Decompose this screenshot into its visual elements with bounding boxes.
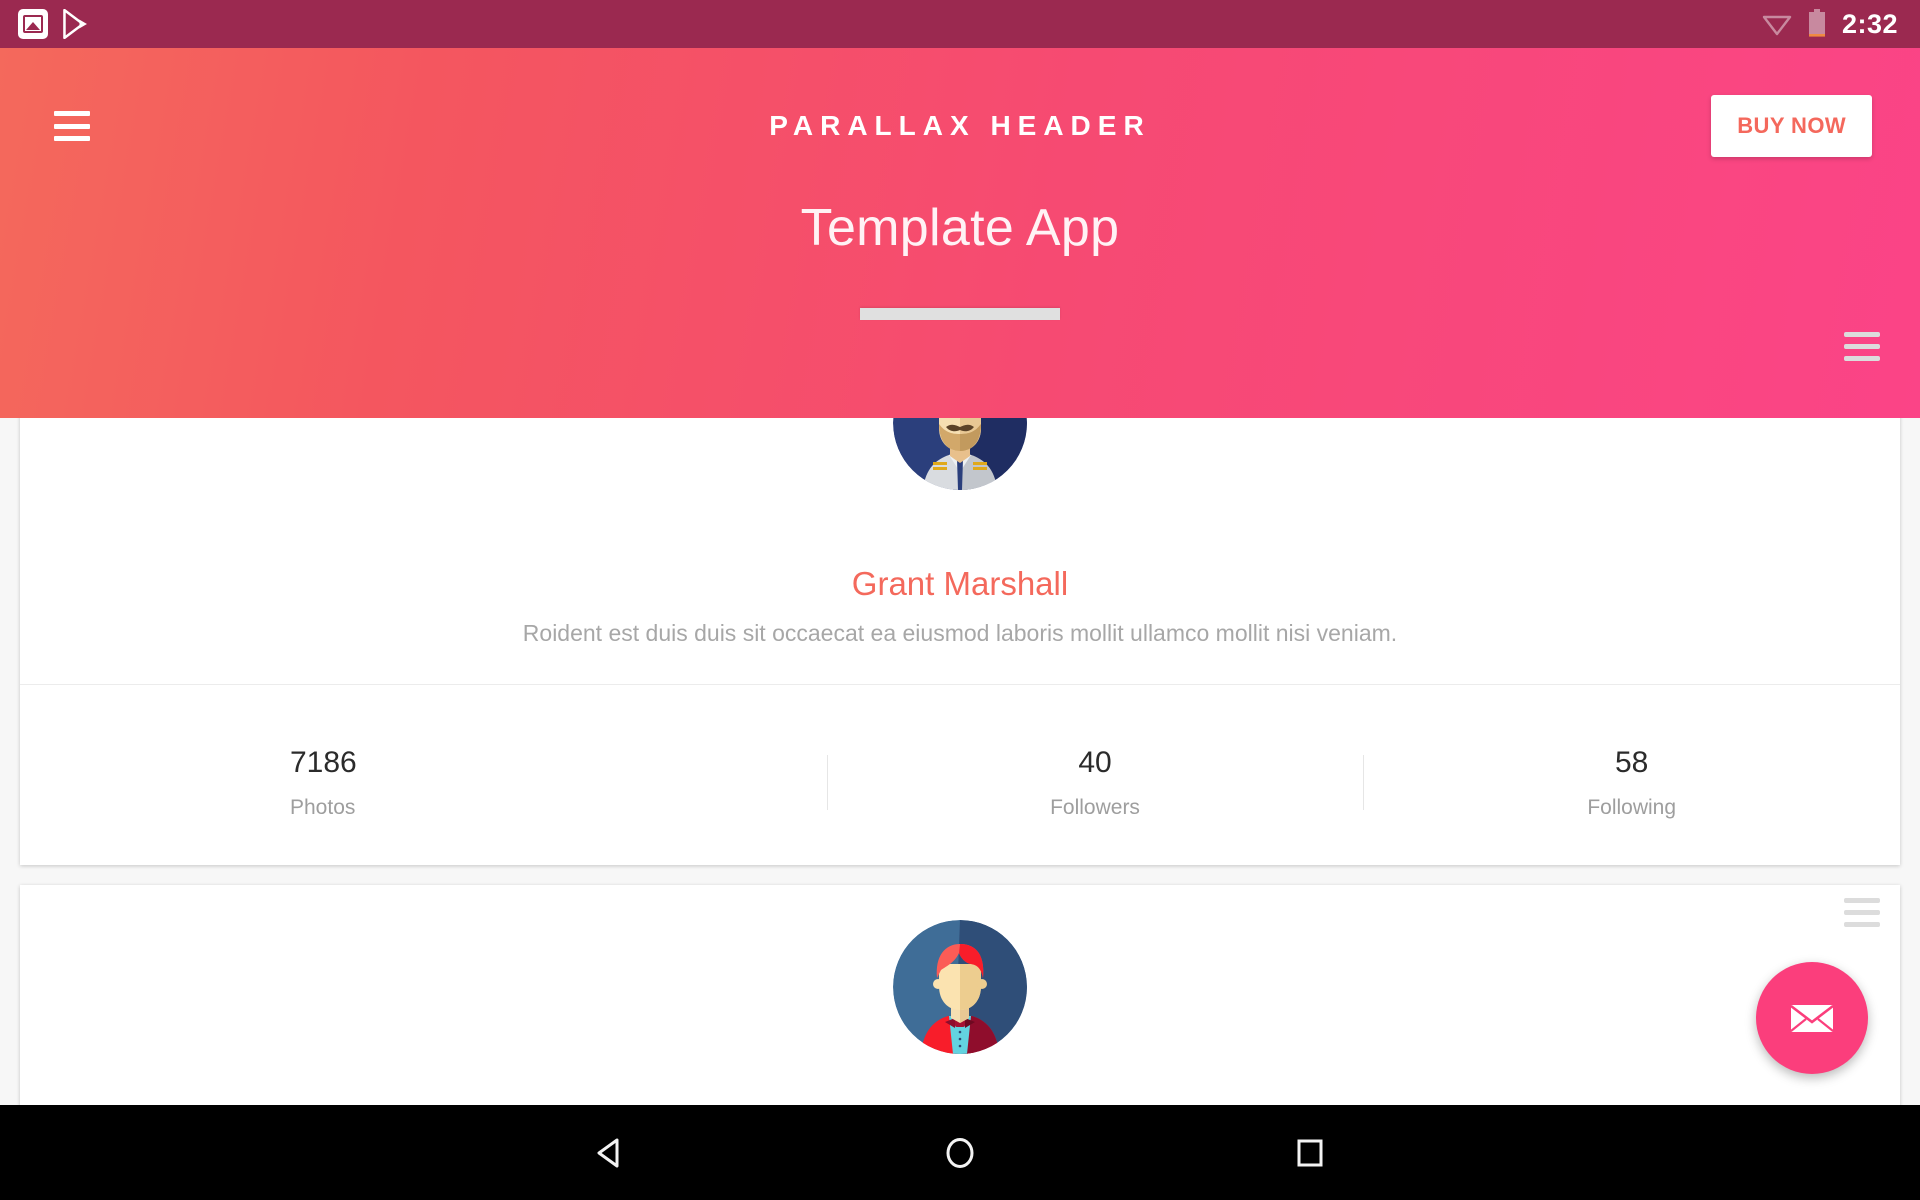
back-triangle-icon bbox=[597, 1138, 619, 1167]
android-navigation-bar bbox=[0, 1105, 1920, 1200]
stat-photos[interactable]: 7186 Photos bbox=[20, 700, 827, 865]
card-menu-bar bbox=[1844, 922, 1880, 927]
stat-value: 7186 bbox=[290, 745, 357, 779]
battery-icon bbox=[1808, 9, 1825, 37]
stat-label: Following bbox=[1587, 795, 1677, 819]
recents-square-icon bbox=[1297, 1139, 1323, 1166]
hamburger-menu-icon[interactable] bbox=[54, 111, 90, 141]
status-bar-right-icons: 2:32 bbox=[1762, 9, 1898, 40]
card-menu-bar bbox=[1844, 910, 1880, 915]
profile-name: Grant Marshall bbox=[851, 565, 1069, 602]
card-menu-icon[interactable] bbox=[1844, 898, 1880, 927]
tab-indicator-strip[interactable] bbox=[860, 308, 1060, 320]
card-menu-bar bbox=[1844, 356, 1880, 361]
screenshot-image-icon bbox=[18, 9, 48, 39]
red-suit-avatar bbox=[893, 920, 1027, 1054]
android-status-bar: 2:32 bbox=[0, 0, 1920, 48]
wifi-icon bbox=[1762, 15, 1792, 36]
recents-button[interactable] bbox=[1275, 1118, 1345, 1188]
stat-label: Photos bbox=[290, 795, 356, 819]
back-button[interactable] bbox=[575, 1118, 645, 1188]
play-store-icon bbox=[63, 9, 87, 39]
stat-value: 58 bbox=[1614, 745, 1649, 779]
home-button[interactable] bbox=[925, 1118, 995, 1188]
status-bar-left-icons bbox=[18, 9, 90, 39]
status-bar-clock: 2:32 bbox=[1841, 8, 1898, 39]
brand-title: PARALLAX HEADER bbox=[769, 110, 1151, 141]
envelope-icon bbox=[1790, 1004, 1834, 1032]
card-menu-bar bbox=[1844, 332, 1880, 337]
stat-following[interactable]: 58 Following bbox=[1363, 700, 1900, 865]
app-navbar: PARALLAX HEADER BUY NOW bbox=[0, 48, 1920, 204]
profile-description: Roident est duis duis sit occaecat ea ei… bbox=[522, 620, 1398, 646]
compose-mail-fab[interactable] bbox=[1756, 962, 1868, 1074]
card-menu-bar bbox=[1844, 898, 1880, 903]
stat-value: 40 bbox=[1078, 745, 1112, 779]
buy-now-button[interactable]: BUY NOW bbox=[1711, 95, 1872, 157]
stat-followers[interactable]: 40 Followers bbox=[826, 700, 1364, 865]
card-menu-bar bbox=[1844, 344, 1880, 349]
card-menu-icon[interactable] bbox=[1844, 332, 1880, 361]
hero-title: Template App bbox=[800, 199, 1120, 257]
android-screen: 2:32 PARALLAX HEADER BUY NOW Template Ap… bbox=[0, 0, 1920, 1200]
stats-divider bbox=[20, 684, 1900, 685]
hamburger-bar bbox=[54, 111, 90, 116]
home-circle-icon bbox=[946, 1137, 974, 1168]
profile-stats-row: 7186 Photos 40 Followers 58 Following bbox=[20, 700, 1900, 865]
hamburger-bar bbox=[54, 123, 90, 129]
stat-label: Followers bbox=[1050, 795, 1140, 819]
hamburger-bar bbox=[54, 136, 90, 141]
